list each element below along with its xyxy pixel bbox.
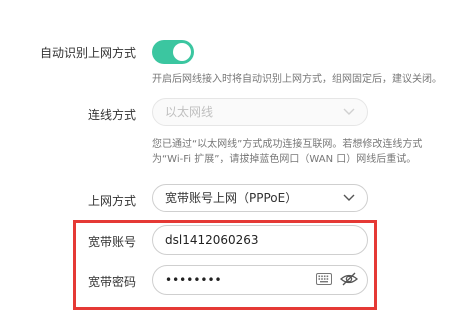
password-input[interactable]: •••••••• (152, 265, 368, 295)
connection-select[interactable]: 以太网线 (152, 98, 368, 126)
keyboard-icon[interactable] (316, 273, 332, 285)
account-input[interactable]: dsl1412060263 (152, 225, 368, 255)
account-value: dsl1412060263 (165, 233, 259, 247)
internet-mode-label: 上网方式 (87, 194, 136, 208)
connection-label: 连线方式 (87, 108, 136, 122)
account-label: 宽带账号 (87, 235, 136, 249)
auto-detect-hint: 开启后网线接入时将自动识别上网方式，组网固定后，建议关闭。 (152, 74, 442, 85)
connection-hint-line1: 您已通过“以太网线”方式成功连接互联网。若想修改连线方式 (152, 139, 423, 150)
password-value: •••••••• (165, 273, 222, 287)
auto-detect-label: 自动识别上网方式 (39, 46, 136, 60)
chevron-down-icon (343, 108, 355, 115)
connection-value: 以太网线 (165, 105, 214, 119)
auto-detect-toggle[interactable] (152, 40, 194, 64)
internet-mode-value: 宽带账号上网（PPPoE） (165, 191, 298, 205)
connection-hint-line2: 为“Wi-Fi 扩展”，请拔掉蓝色网口（WAN 口）网线后重试。 (152, 154, 417, 165)
chevron-down-icon (343, 194, 355, 201)
eye-icon[interactable] (340, 271, 358, 287)
password-label: 宽带密码 (87, 275, 136, 289)
internet-mode-select[interactable]: 宽带账号上网（PPPoE） (152, 184, 368, 212)
toggle-knob (173, 43, 191, 61)
